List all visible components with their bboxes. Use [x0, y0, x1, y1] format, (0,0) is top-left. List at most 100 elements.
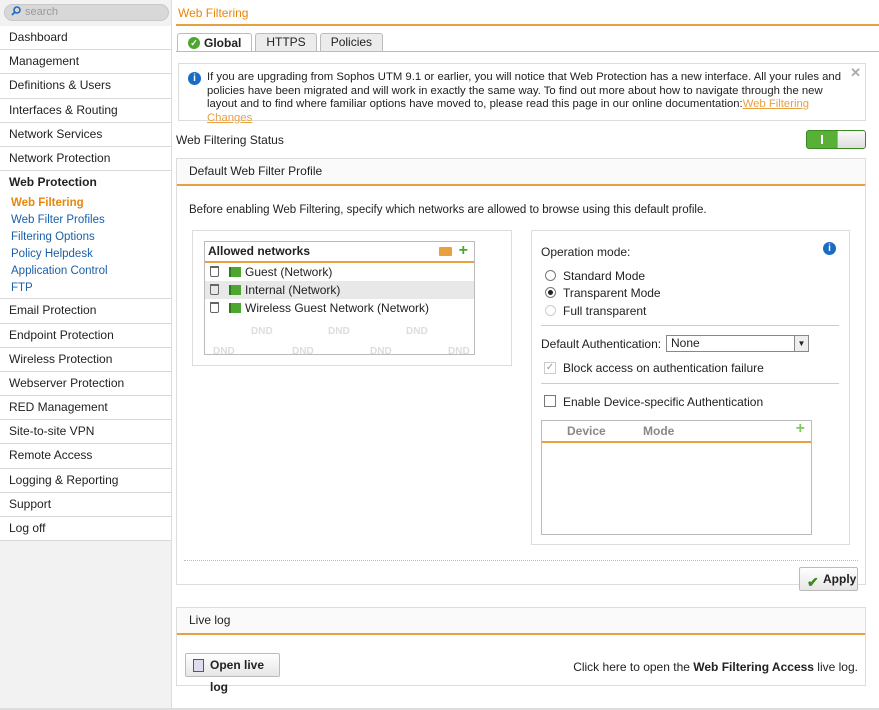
nav-definitions-users[interactable]: Definitions & Users: [0, 74, 171, 99]
default-authentication-select[interactable]: None ▼: [666, 335, 809, 352]
web-filtering-status-toggle[interactable]: [806, 130, 866, 149]
nav-web-protection[interactable]: Web Protection: [0, 171, 171, 196]
nav-sub-web-filter-profiles[interactable]: Web Filter Profiles: [0, 212, 171, 230]
search-input[interactable]: search: [4, 4, 169, 21]
trash-icon[interactable]: [210, 266, 219, 277]
live-log-text-pre: Click here to open the: [573, 660, 694, 674]
network-row[interactable]: Guest (Network): [205, 263, 474, 281]
nav-site-to-site-vpn[interactable]: Site-to-site VPN: [0, 420, 171, 445]
network-row[interactable]: Wireless Guest Network (Network): [205, 299, 474, 317]
folder-icon[interactable]: [439, 247, 452, 256]
dnd-hint: DND: [370, 346, 392, 355]
search-icon: [11, 6, 21, 16]
search-placeholder: search: [25, 6, 59, 18]
trash-icon[interactable]: [210, 284, 219, 295]
page-title: Web Filtering: [178, 6, 249, 20]
network-icon: [229, 267, 241, 277]
nav-webserver-protection[interactable]: Webserver Protection: [0, 371, 171, 397]
close-icon[interactable]: ✕: [850, 65, 861, 81]
toggle-knob: [837, 131, 865, 148]
dnd-hint: DND: [251, 326, 273, 337]
open-live-log-button[interactable]: Open live log: [185, 653, 280, 694]
nav-sub-application-control[interactable]: Application Control: [0, 263, 171, 281]
nav-sub-policy-helpdesk[interactable]: Policy Helpdesk: [0, 246, 171, 264]
nav-dashboard[interactable]: Dashboard: [0, 26, 171, 51]
nav-wireless-protection[interactable]: Wireless Protection: [0, 347, 171, 372]
add-icon[interactable]: +: [796, 420, 805, 438]
nav-management[interactable]: Management: [0, 50, 171, 75]
dnd-hint: DND: [213, 346, 235, 355]
divider: [541, 325, 839, 326]
live-log-text-post: live log.: [813, 660, 858, 674]
nav-sub-filtering-options[interactable]: Filtering Options: [0, 229, 171, 247]
default-profile-header: Default Web Filter Profile: [176, 158, 866, 186]
tab-policies[interactable]: Policies: [319, 33, 384, 51]
tab-divider: [176, 51, 879, 52]
info-icon: i: [188, 72, 201, 85]
dnd-hint: DND: [292, 346, 314, 355]
add-icon[interactable]: +: [459, 242, 468, 260]
nav-list: Dashboard Management Definitions & Users…: [0, 26, 171, 542]
profile-hint: Before enabling Web Filtering, specify w…: [189, 204, 707, 216]
radio-transparent-mode[interactable]: [545, 287, 556, 298]
nav-log-off[interactable]: Log off: [0, 517, 171, 542]
main-content: Web Filtering ✓ Global HTTPS Policies i …: [172, 0, 879, 710]
allowed-networks-header: Allowed networks +: [205, 242, 474, 263]
mode-column-header: Mode: [643, 424, 675, 438]
tab-https[interactable]: HTTPS: [255, 33, 317, 51]
nav-sub-web-filtering[interactable]: Web Filtering: [0, 195, 171, 213]
device-grid-header: Device Mode +: [542, 420, 811, 443]
allowed-networks-title: Allowed networks: [208, 244, 311, 258]
radio-full-transparent[interactable]: [545, 305, 556, 316]
block-on-auth-failure-checkbox[interactable]: ✓: [544, 362, 556, 374]
live-log-description: Click here to open the Web Filtering Acc…: [573, 660, 858, 674]
network-row-label: Guest (Network): [245, 265, 333, 279]
tab-global[interactable]: ✓ Global: [177, 33, 253, 51]
allowed-networks-grid: Allowed networks + Guest (Network) Inter…: [204, 241, 475, 355]
info-message: i If you are upgrading from Sophos UTM 9…: [178, 63, 866, 124]
checkmark-icon: ✔: [807, 574, 819, 590]
default-authentication-value: None: [671, 336, 700, 350]
network-icon: [229, 303, 241, 313]
radio-standard-mode[interactable]: [545, 270, 556, 281]
tab-bar: ✓ Global HTTPS Policies: [177, 33, 384, 51]
toggle-on-mark: [821, 135, 823, 144]
device-auth-label: Enable Device-specific Authentication: [563, 395, 764, 409]
device-auth-checkbox[interactable]: [544, 395, 556, 407]
transparent-mode-label: Transparent Mode: [563, 286, 661, 300]
device-grid: Device Mode +: [541, 420, 812, 535]
nav-support[interactable]: Support: [0, 492, 171, 517]
dnd-hint: DND: [448, 346, 470, 355]
nav-web-protection-group: Web Protection Web Filtering Web Filter …: [0, 171, 171, 300]
default-authentication-label: Default Authentication:: [541, 337, 662, 351]
nav-network-services[interactable]: Network Services: [0, 122, 171, 147]
apply-button[interactable]: ✔ Apply: [799, 567, 858, 591]
web-filtering-status-label: Web Filtering Status: [176, 133, 284, 147]
network-icon: [229, 285, 241, 295]
info-icon[interactable]: i: [823, 242, 836, 255]
open-live-log-label: Open live log: [210, 658, 265, 694]
checkmark-icon: ✓: [188, 36, 200, 49]
nav-remote-access[interactable]: Remote Access: [0, 444, 171, 469]
apply-label: Apply: [823, 572, 857, 586]
block-on-auth-failure-label: Block access on authentication failure: [563, 361, 764, 375]
network-row[interactable]: Internal (Network): [205, 281, 474, 299]
info-text: If you are upgrading from Sophos UTM 9.1…: [207, 71, 847, 125]
nav-red-management[interactable]: RED Management: [0, 396, 171, 421]
network-row-label: Wireless Guest Network (Network): [245, 301, 430, 315]
dnd-hint: DND: [328, 326, 350, 337]
divider: [541, 383, 839, 384]
nav-email-protection[interactable]: Email Protection: [0, 299, 171, 324]
sidebar: search Dashboard Management Definitions …: [0, 0, 172, 710]
chevron-down-icon: ▼: [794, 336, 808, 351]
trash-icon[interactable]: [210, 302, 219, 313]
dnd-hint: DND: [406, 326, 428, 337]
nav-network-protection[interactable]: Network Protection: [0, 146, 171, 172]
nav-endpoint-protection[interactable]: Endpoint Protection: [0, 323, 171, 348]
network-row-label: Internal (Network): [245, 283, 341, 297]
nav-interfaces-routing[interactable]: Interfaces & Routing: [0, 98, 171, 123]
nav-sub-ftp[interactable]: FTP: [0, 280, 171, 298]
operation-mode-label: Operation mode:: [541, 245, 631, 259]
live-log-text-bold: Web Filtering Access: [693, 660, 814, 674]
nav-logging-reporting[interactable]: Logging & Reporting: [0, 468, 171, 493]
